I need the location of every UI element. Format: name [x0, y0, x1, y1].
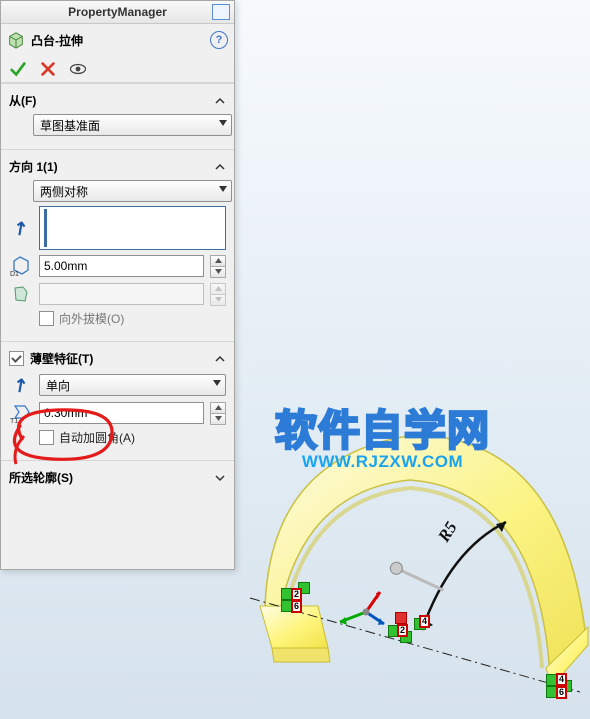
relation-tag: 6 [556, 686, 567, 699]
cancel-button[interactable] [39, 60, 57, 78]
draft-outward-checkbox [39, 311, 54, 326]
chevron-up-icon[interactable] [214, 95, 226, 107]
thin-section: 薄壁特征(T) ↗ 单向 T1 0.30mm [1, 341, 234, 460]
direction-selection-box[interactable] [39, 206, 226, 250]
extrude-icon [7, 31, 25, 49]
draft-outward-row: 向外拔模(O) [39, 310, 226, 327]
relation-tag: 2 [397, 624, 408, 637]
chevron-down-icon[interactable] [214, 472, 226, 484]
relation-tag: 2 [291, 588, 302, 601]
svg-text:D1: D1 [10, 271, 19, 277]
from-label: 从(F) [9, 92, 36, 109]
thin-reverse-icon[interactable]: ↗ [9, 372, 33, 398]
property-manager-panel: PropertyManager 凸台-拉伸 ? 从(F) 草图基准面 [0, 0, 235, 570]
thin-label: 薄壁特征(T) [30, 350, 93, 367]
contour-label: 所选轮廓(S) [9, 469, 73, 486]
reverse-direction-icon[interactable]: ↗ [9, 215, 33, 241]
draft-angle-input [39, 283, 204, 305]
help-icon[interactable]: ? [210, 31, 228, 49]
svg-text:T1: T1 [10, 418, 18, 424]
panel-titlebar: PropertyManager [1, 1, 234, 24]
relation-tag: 4 [556, 673, 567, 686]
thickness-spinner[interactable] [210, 402, 226, 425]
feature-name: 凸台-拉伸 [31, 32, 83, 49]
auto-fillet-row: 自动加圆角(A) [39, 429, 226, 446]
from-section: 从(F) 草图基准面 [1, 83, 234, 149]
draft-spinner [210, 283, 226, 306]
draft-icon[interactable] [9, 282, 33, 306]
depth-spinner[interactable] [210, 255, 226, 278]
from-combo[interactable]: 草图基准面 [33, 114, 232, 136]
model-preview [210, 370, 590, 710]
relation-tag: 4 [419, 615, 430, 628]
draft-outward-label: 向外拔模(O) [59, 310, 124, 327]
relation-tag: 6 [291, 600, 302, 613]
auto-fillet-checkbox[interactable] [39, 430, 54, 445]
preview-icon[interactable] [69, 60, 87, 78]
direction1-label: 方向 1(1) [9, 158, 58, 175]
end-condition-combo[interactable]: 两侧对称 [33, 180, 232, 202]
chevron-up-icon[interactable] [214, 353, 226, 365]
feature-header: 凸台-拉伸 ? [1, 24, 234, 56]
pin-icon[interactable] [212, 4, 230, 20]
depth-icon: D1 [9, 254, 33, 278]
action-bar [1, 56, 234, 83]
thin-enabled-checkbox[interactable] [9, 351, 24, 366]
watermark: 软件自学网 WWW.RJZXW.COM [275, 397, 490, 472]
auto-fillet-label: 自动加圆角(A) [59, 429, 135, 446]
direction1-section: 方向 1(1) 两侧对称 ↗ D1 5.00mm [1, 149, 234, 341]
depth-input[interactable]: 5.00mm [39, 255, 204, 277]
thin-type-combo[interactable]: 单向 [39, 374, 226, 396]
ok-button[interactable] [9, 60, 27, 78]
thickness-input[interactable]: 0.30mm [39, 402, 204, 424]
panel-title: PropertyManager [68, 5, 167, 19]
chevron-up-icon[interactable] [214, 161, 226, 173]
thickness-icon: T1 [9, 401, 33, 425]
radius-dimension[interactable]: R5 [434, 518, 461, 545]
viewport-3d[interactable]: R5 2 6 2 4 4 6 软件自学网 WWW.RJZXW.COM Prope… [0, 0, 590, 719]
contour-section: 所选轮廓(S) [1, 460, 234, 498]
